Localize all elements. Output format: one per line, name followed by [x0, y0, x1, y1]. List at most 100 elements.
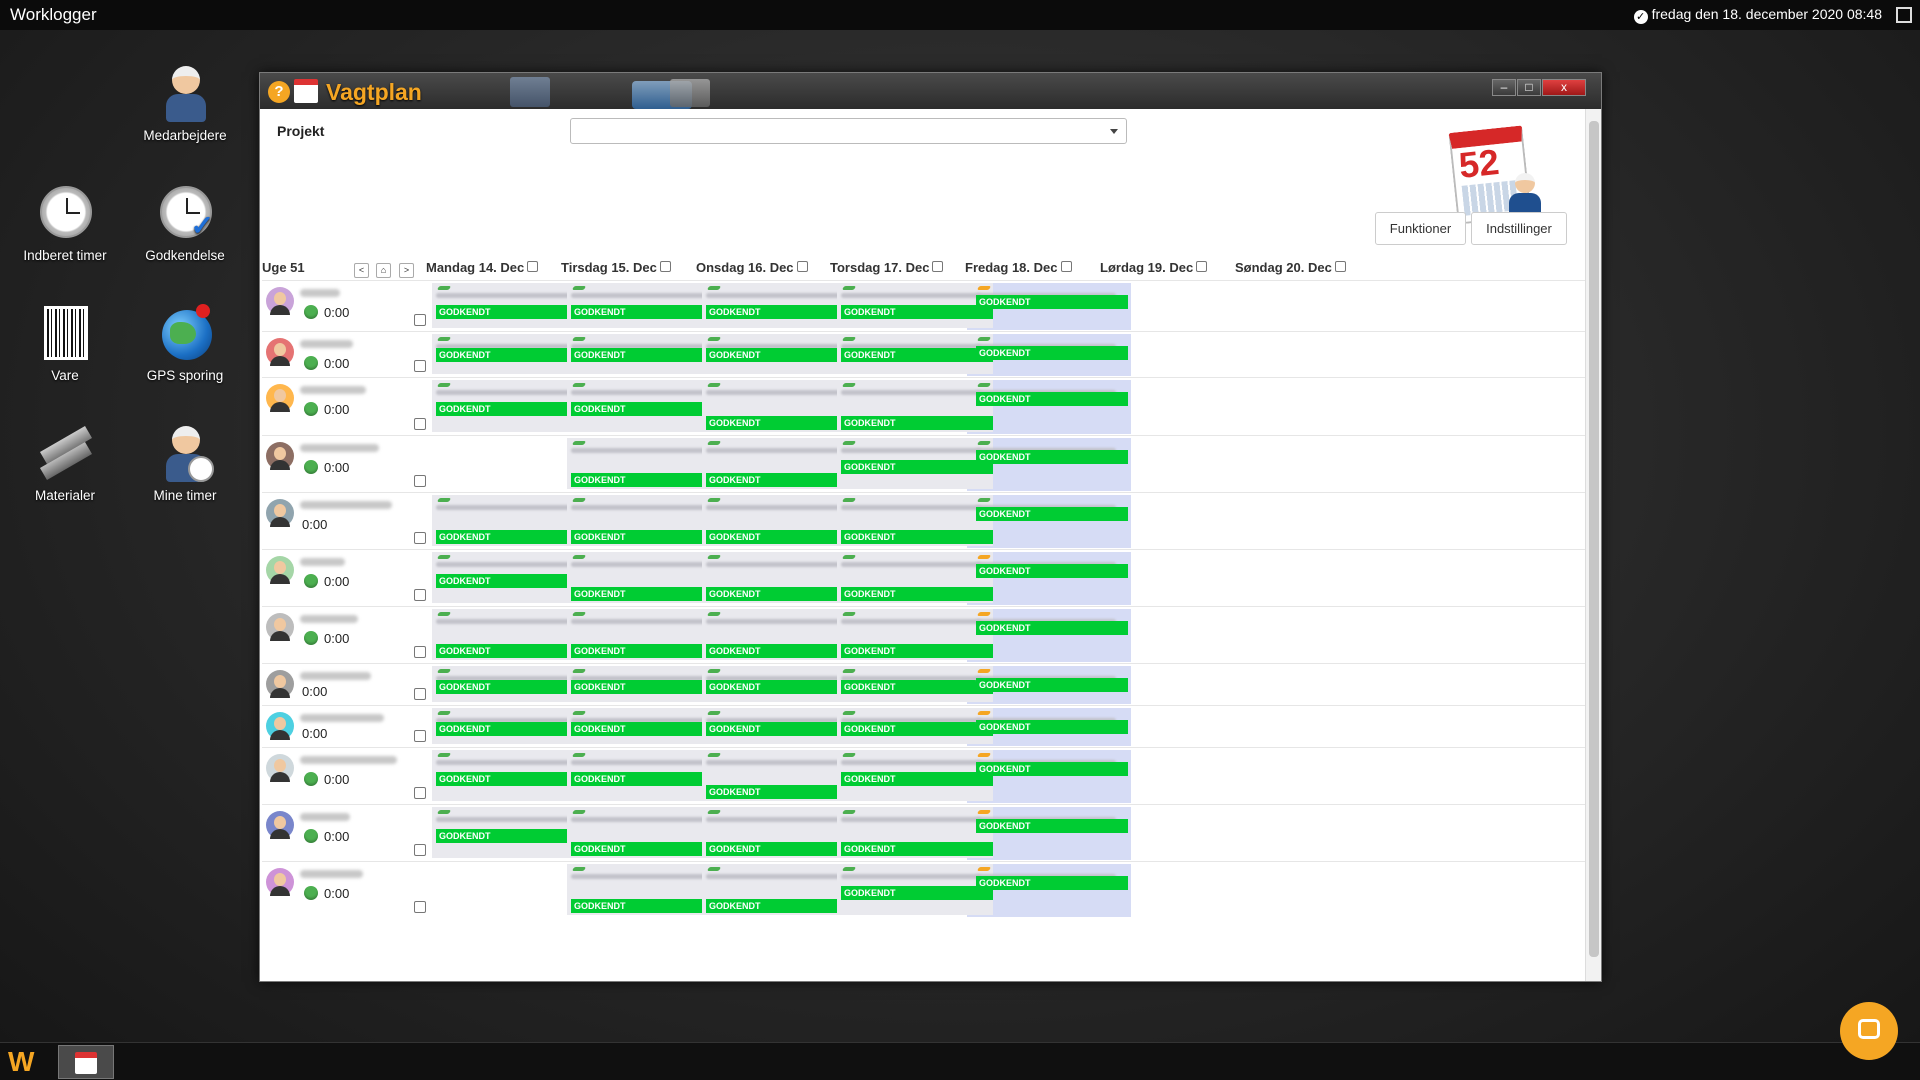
avatar[interactable]	[266, 442, 294, 470]
shift-entry[interactable]: GODKENDT	[432, 708, 588, 746]
shift-entry[interactable]: GODKENDT	[567, 283, 723, 330]
scrollbar-thumb[interactable]	[1589, 121, 1599, 957]
shift-entry[interactable]: GODKENDT	[837, 495, 993, 548]
next-week-button[interactable]: >	[399, 263, 414, 278]
close-button[interactable]: x	[1542, 79, 1586, 96]
shift-entry[interactable]: GODKENDT	[972, 609, 1128, 662]
desktop-icon-gps-sporing[interactable]: GPS sporing	[130, 304, 240, 383]
shift-entry[interactable]: GODKENDT	[702, 283, 858, 330]
shift-entry[interactable]: GODKENDT	[432, 750, 588, 803]
shift-entry[interactable]: GODKENDT	[837, 438, 993, 491]
shift-entry[interactable]: GODKENDT	[837, 552, 993, 605]
shift-entry[interactable]: GODKENDT	[702, 380, 858, 434]
employee-select-checkbox[interactable]	[414, 360, 426, 372]
day-select-checkbox[interactable]	[796, 261, 808, 272]
desktop-icon-materialer[interactable]: Materialer	[10, 424, 120, 503]
shift-entry[interactable]: GODKENDT	[432, 552, 588, 605]
shift-entry[interactable]: GODKENDT	[837, 864, 993, 917]
shift-entry[interactable]: GODKENDT	[567, 552, 723, 605]
desktop-icon-godkendelse[interactable]: ✓ Godkendelse	[130, 184, 240, 263]
avatar[interactable]	[266, 712, 294, 740]
desktop-icon-indberet-timer[interactable]: Indberet timer	[10, 184, 120, 263]
shift-entry[interactable]: GODKENDT	[972, 864, 1128, 917]
desktop-icon-mine-timer[interactable]: Mine timer	[130, 424, 240, 503]
shift-entry[interactable]: GODKENDT	[702, 495, 858, 548]
shift-entry[interactable]: GODKENDT	[702, 438, 858, 491]
projekt-select[interactable]	[570, 118, 1127, 144]
shift-entry[interactable]: GODKENDT	[702, 666, 858, 704]
avatar[interactable]	[266, 499, 294, 527]
day-select-checkbox[interactable]	[1334, 261, 1346, 272]
shift-entry[interactable]: GODKENDT	[837, 380, 993, 434]
shift-entry[interactable]: GODKENDT	[837, 807, 993, 860]
employee-select-checkbox[interactable]	[414, 844, 426, 856]
avatar[interactable]	[266, 338, 294, 366]
shift-entry[interactable]: GODKENDT	[567, 666, 723, 704]
shift-entry[interactable]: GODKENDT	[567, 609, 723, 662]
shift-entry[interactable]: GODKENDT	[972, 283, 1128, 330]
indstillinger-button[interactable]: Indstillinger	[1471, 212, 1567, 245]
chat-button[interactable]	[1840, 1002, 1898, 1060]
avatar[interactable]	[266, 811, 294, 839]
shift-entry[interactable]: GODKENDT	[837, 666, 993, 704]
shift-entry[interactable]: GODKENDT	[702, 552, 858, 605]
taskbar-item-vagtplan[interactable]	[58, 1045, 114, 1079]
desktop-icon-vare[interactable]: Vare	[10, 304, 120, 383]
shift-entry[interactable]: GODKENDT	[972, 334, 1128, 376]
shift-entry[interactable]: GODKENDT	[702, 334, 858, 376]
shift-entry[interactable]: GODKENDT	[972, 750, 1128, 803]
prev-week-button[interactable]: <	[354, 263, 369, 278]
shift-entry[interactable]: GODKENDT	[567, 334, 723, 376]
employee-select-checkbox[interactable]	[414, 418, 426, 430]
shift-entry[interactable]: GODKENDT	[702, 708, 858, 746]
shift-entry[interactable]: GODKENDT	[567, 807, 723, 860]
avatar[interactable]	[266, 556, 294, 584]
shift-entry[interactable]: GODKENDT	[837, 708, 993, 746]
day-select-checkbox[interactable]	[1196, 261, 1208, 272]
shift-entry[interactable]: GODKENDT	[702, 609, 858, 662]
shift-entry[interactable]: GODKENDT	[567, 380, 723, 434]
shift-entry[interactable]: GODKENDT	[837, 750, 993, 803]
shift-entry[interactable]: GODKENDT	[837, 283, 993, 330]
day-select-checkbox[interactable]	[932, 261, 944, 272]
shift-entry[interactable]: GODKENDT	[432, 495, 588, 548]
employee-select-checkbox[interactable]	[414, 901, 426, 913]
employee-select-checkbox[interactable]	[414, 730, 426, 742]
fullscreen-icon[interactable]	[1896, 7, 1912, 23]
employee-select-checkbox[interactable]	[414, 688, 426, 700]
shift-entry[interactable]: GODKENDT	[972, 666, 1128, 704]
shift-entry[interactable]: GODKENDT	[432, 609, 588, 662]
shift-entry[interactable]: GODKENDT	[432, 666, 588, 704]
shift-entry[interactable]: GODKENDT	[567, 708, 723, 746]
desktop-icon-medarbejdere[interactable]: Medarbejdere	[130, 64, 240, 143]
shift-entry[interactable]: GODKENDT	[432, 380, 588, 434]
funktioner-button[interactable]: Funktioner	[1375, 212, 1466, 245]
home-icon[interactable]: ⌂	[376, 263, 391, 278]
day-select-checkbox[interactable]	[527, 261, 539, 272]
shift-entry[interactable]: GODKENDT	[972, 807, 1128, 860]
day-select-checkbox[interactable]	[1060, 261, 1072, 272]
employee-select-checkbox[interactable]	[414, 475, 426, 487]
shift-entry[interactable]: GODKENDT	[837, 609, 993, 662]
avatar[interactable]	[266, 670, 294, 698]
shift-entry[interactable]: GODKENDT	[702, 750, 858, 803]
shift-entry[interactable]: GODKENDT	[972, 708, 1128, 746]
window-titlebar[interactable]: ? Vagtplan ‒ □ x	[260, 73, 1601, 109]
employee-select-checkbox[interactable]	[414, 532, 426, 544]
employee-select-checkbox[interactable]	[414, 646, 426, 658]
employee-select-checkbox[interactable]	[414, 589, 426, 601]
avatar[interactable]	[266, 754, 294, 782]
shift-entry[interactable]: GODKENDT	[702, 807, 858, 860]
shift-entry[interactable]: GODKENDT	[972, 380, 1128, 434]
shift-entry[interactable]: GODKENDT	[432, 334, 588, 376]
shift-entry[interactable]: GODKENDT	[567, 438, 723, 491]
shift-entry[interactable]: GODKENDT	[702, 864, 858, 917]
avatar[interactable]	[266, 287, 294, 315]
shift-entry[interactable]: GODKENDT	[432, 283, 588, 330]
shift-entry[interactable]: GODKENDT	[972, 438, 1128, 491]
minimize-button[interactable]: ‒	[1492, 79, 1516, 96]
maximize-button[interactable]: □	[1517, 79, 1541, 96]
shift-entry[interactable]: GODKENDT	[972, 552, 1128, 605]
avatar[interactable]	[266, 613, 294, 641]
start-button[interactable]: W	[4, 1046, 46, 1078]
